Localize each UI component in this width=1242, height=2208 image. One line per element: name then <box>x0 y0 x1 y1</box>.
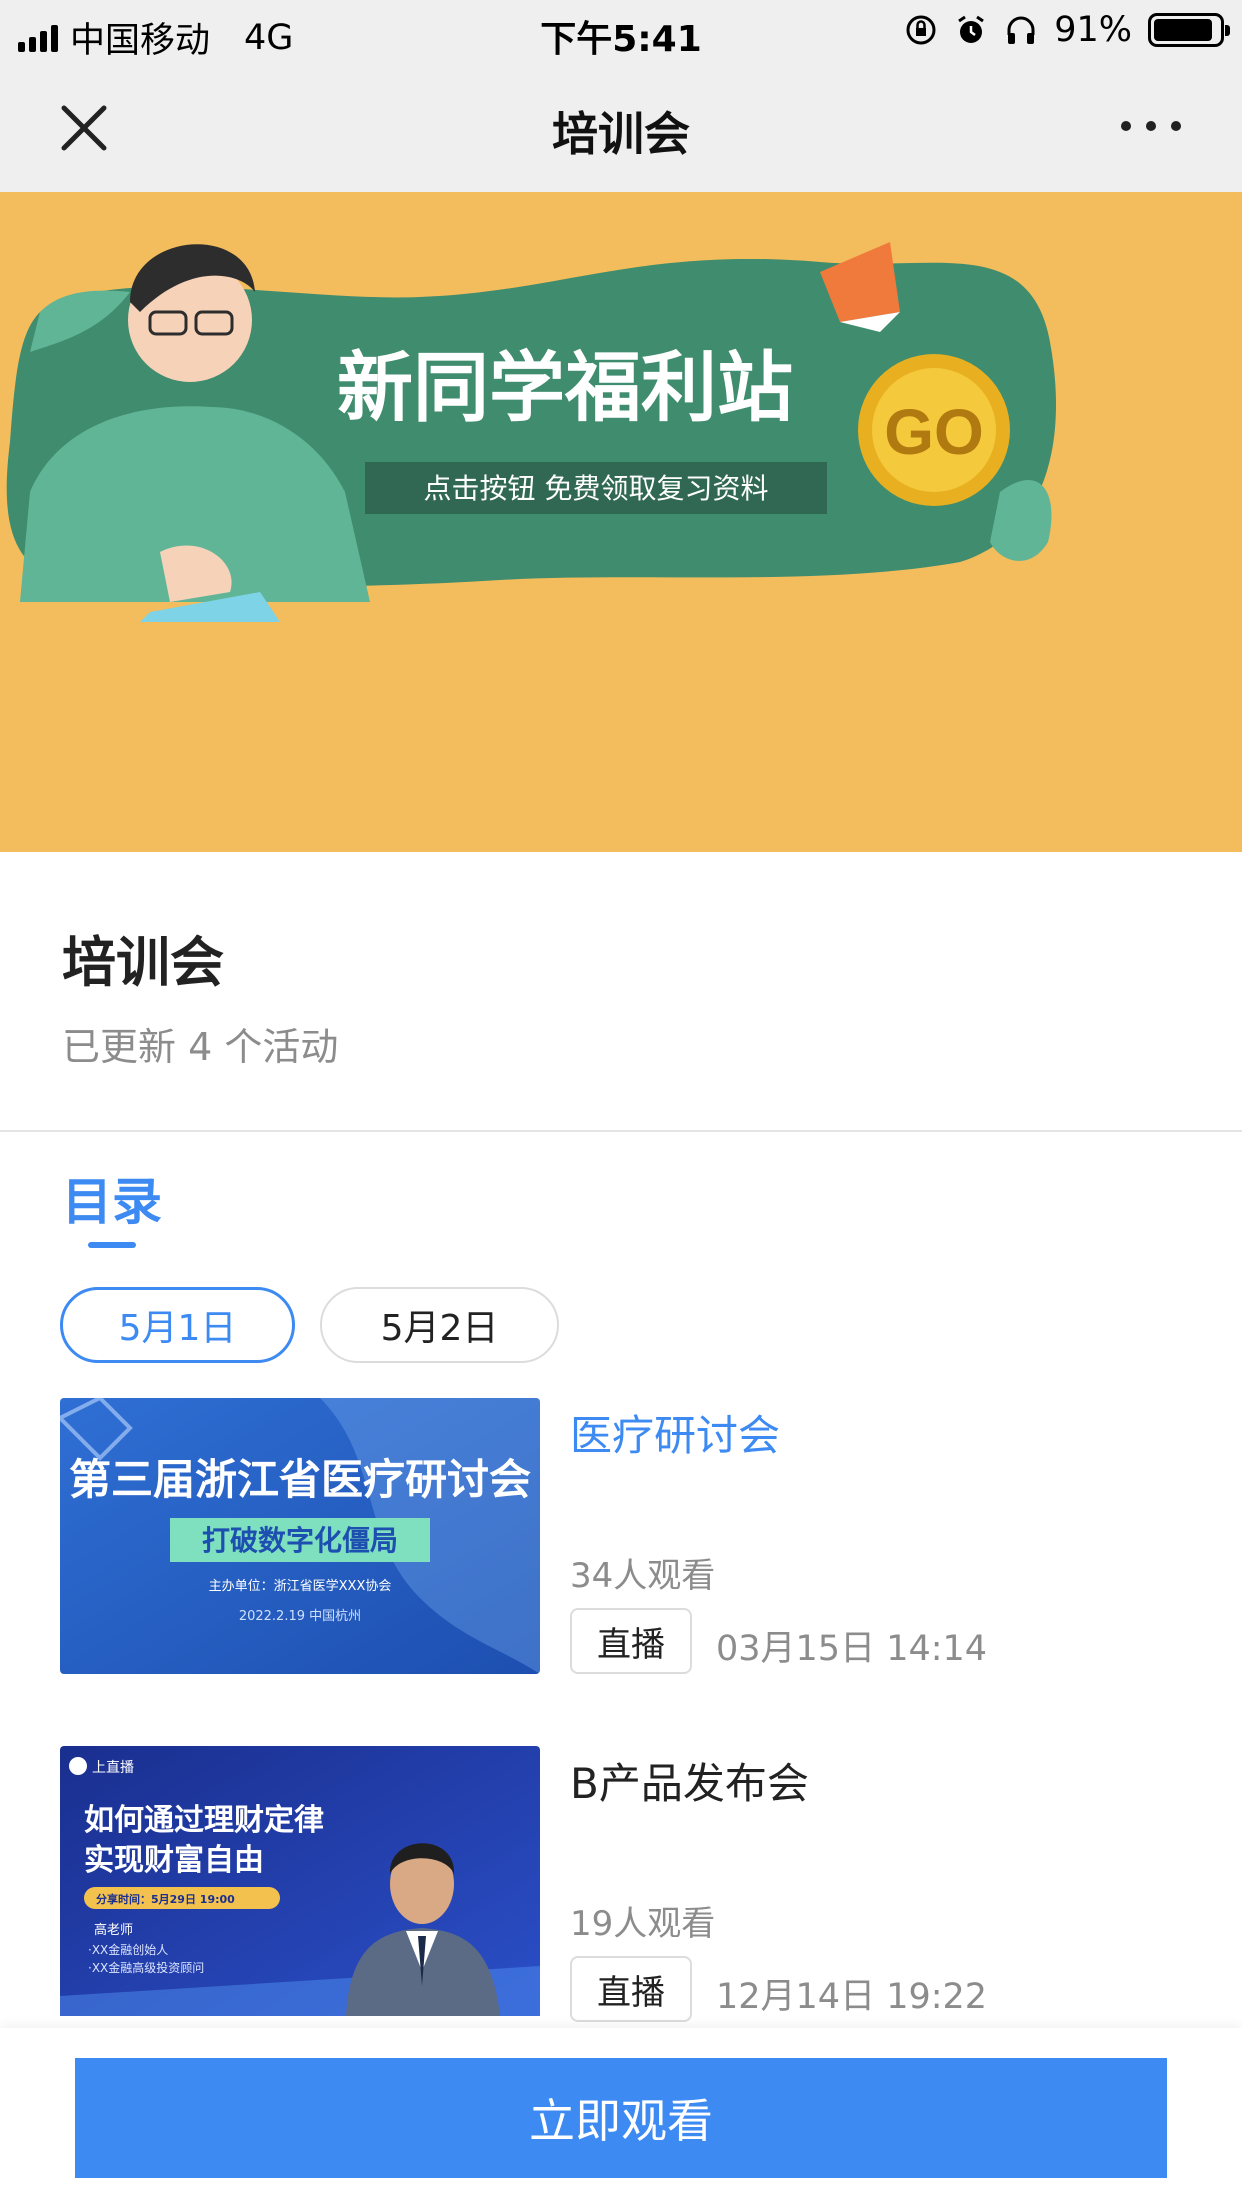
thumb-brand: 上直播 <box>92 1759 134 1776</box>
status-bar: 中国移动 4G 下午5:41 91% <box>0 0 1242 64</box>
thumb-headline: 第三届浙江省医疗研讨会 <box>69 1455 531 1504</box>
thumb-date-place: 2022.2.19 中国杭州 <box>239 1609 361 1624</box>
nav-bar: 培训会 <box>0 64 1242 192</box>
thumb-role-1: ·XX金融创始人 <box>88 1942 168 1957</box>
date-chip-may-1[interactable]: 5月1日 <box>60 1287 295 1363</box>
activity-count: 已更新 4 个活动 <box>62 1025 339 1069</box>
date-chip-may-2[interactable]: 5月2日 <box>320 1287 559 1363</box>
alarm-icon <box>954 13 988 47</box>
battery-percent: 91% <box>1054 10 1132 50</box>
item-views: 34人观看 <box>570 1556 716 1596</box>
tab-underline <box>88 1242 136 1248</box>
thumb-headline-1: 如何通过理财定律 <box>84 1803 324 1838</box>
item-thumbnail[interactable]: 第三届浙江省医疗研讨会 打破数字化僵局 主办单位：浙江省医学XXX协会 2022… <box>60 1398 540 1674</box>
live-badge: 直播 <box>570 1956 692 2022</box>
watch-now-button[interactable]: 立即观看 <box>75 2058 1167 2178</box>
tab-catalog[interactable]: 目录 <box>62 1162 162 1234</box>
item-title[interactable]: B产品发布会 <box>570 1750 809 1811</box>
thumb-headline-2: 实现财富自由 <box>84 1843 264 1878</box>
item-thumbnail[interactable]: 上直播 如何通过理财定律 实现财富自由 分享时间：5月29日 19:00 高老师… <box>60 1746 540 2022</box>
headphones-icon <box>1004 13 1038 47</box>
item-title[interactable]: 医疗研讨会 <box>570 1402 780 1463</box>
more-icon[interactable] <box>1116 114 1186 138</box>
bottom-bar: 立即观看 <box>0 2028 1242 2208</box>
page-title: 培训会 <box>62 931 224 994</box>
banner-go-label: GO <box>884 396 984 468</box>
thumb-subtitle: 打破数字化僵局 <box>202 1524 398 1557</box>
thumb-role-2: ·XX金融高级投资顾问 <box>88 1960 204 1975</box>
thumb-teacher: 高老师 <box>94 1922 133 1938</box>
item-time: 03月15日 14:14 <box>716 1629 988 1669</box>
status-bar-right: 91% <box>904 10 1230 50</box>
banner-illustration: GO 新同学福利站 点击按钮 免费领取复习资料 <box>6 242 1057 622</box>
thumb-share-time: 分享时间：5月29日 19:00 <box>96 1892 235 1906</box>
promo-banner[interactable]: GO 新同学福利站 点击按钮 免费领取复习资料 <box>0 192 1242 852</box>
thumb-organizer: 主办单位：浙江省医学XXX协会 <box>209 1578 392 1594</box>
orientation-lock-icon <box>904 13 938 47</box>
item-time: 12月14日 19:22 <box>716 1977 988 2017</box>
battery-icon <box>1148 13 1230 47</box>
nav-title: 培训会 <box>552 107 690 161</box>
medical-poster-image: 第三届浙江省医疗研讨会 打破数字化僵局 主办单位：浙江省医学XXX协会 2022… <box>60 1398 540 1674</box>
live-badge: 直播 <box>570 1608 692 1674</box>
divider <box>0 1130 1242 1132</box>
item-views: 19人观看 <box>570 1904 716 1944</box>
finance-poster-image: 上直播 如何通过理财定律 实现财富自由 分享时间：5月29日 19:00 高老师… <box>60 1746 540 2016</box>
banner-subline: 点击按钮 免费领取复习资料 <box>424 472 769 505</box>
banner-headline: 新同学福利站 <box>337 343 793 432</box>
